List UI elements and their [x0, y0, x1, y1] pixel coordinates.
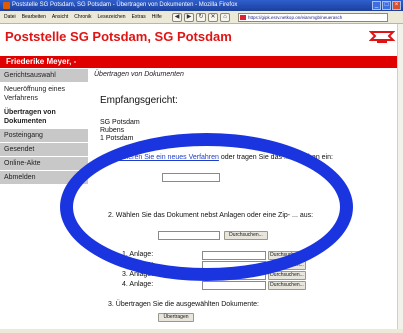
forward-icon[interactable]: ▶ — [184, 13, 194, 22]
stop-icon[interactable]: ✕ — [208, 13, 218, 22]
menu-lesezeichen[interactable]: Lesezeichen — [98, 11, 126, 24]
case-number-input[interactable] — [162, 173, 220, 182]
address-line: 1 Potsdam — [100, 135, 134, 142]
maximize-icon[interactable]: □ — [382, 1, 391, 10]
sidebar: Gerichtsauswahl Neueröffnung eines Verfa… — [0, 69, 90, 333]
step-2: 2. Wählen Sie das Dokument nebst Anlagen… — [108, 212, 314, 219]
step-1-number: 1. — [108, 154, 114, 161]
eagle-logo-icon — [369, 31, 395, 43]
menu-datei[interactable]: Datei — [4, 11, 16, 24]
menu-bearbeiten[interactable]: Bearbeiten — [22, 11, 46, 24]
court-heading: Empfangsgericht: — [100, 95, 178, 106]
minimize-icon[interactable]: _ — [372, 1, 381, 10]
attachment-1-label: 1. Anlage: — [122, 251, 154, 258]
home-icon[interactable]: ⌂ — [220, 13, 230, 22]
breadcrumb: Übertragen von Dokumenten — [94, 71, 184, 78]
web-page: Poststelle SG Potsdam, SG Potsdam Friede… — [0, 24, 403, 333]
address-bar[interactable]: https://gipk.esrv.netkop.on/eiarvmgb/neu… — [238, 13, 388, 22]
new-procedure-link[interactable]: Initiieren Sie ein neues Verfahren — [116, 154, 219, 161]
menu-extras[interactable]: Extras — [132, 11, 146, 24]
attachment-4-label: 4. Anlage: — [122, 281, 154, 288]
menu-chronik[interactable]: Chronik — [74, 11, 91, 24]
document-file-input[interactable] — [158, 231, 220, 240]
attachment-2-label: 2. Anlage: — [122, 261, 154, 268]
step-1: 1. Initiieren Sie ein neues Verfahren od… — [108, 154, 333, 161]
url-text: https://gipk.esrv.netkop.on/eiarvmgb/neu… — [248, 15, 343, 20]
sidebar-item-posteingang[interactable]: Posteingang — [0, 129, 88, 143]
attachment-1-browse-button[interactable]: Durchsuchen... — [268, 251, 306, 260]
reload-icon[interactable]: ↻ — [196, 13, 206, 22]
attachment-3-browse-button[interactable]: Durchsuchen... — [268, 271, 306, 280]
attachment-4-input[interactable] — [202, 281, 266, 290]
sidebar-item-uebertragen[interactable]: Übertragen von Dokumenten — [0, 106, 88, 129]
step-3: 3. Übertragen Sie die ausgewählten Dokum… — [108, 301, 259, 308]
menu-hilfe[interactable]: Hilfe — [152, 11, 162, 24]
sidebar-item-neueroeffnung[interactable]: Neueröffnung eines Verfahrens — [0, 83, 88, 106]
menu-ansicht[interactable]: Ansicht — [52, 11, 68, 24]
sidebar-item-gesendet[interactable]: Gesendet — [0, 143, 88, 157]
attachment-2-browse-button[interactable]: Durchsuchen... — [268, 261, 306, 270]
attachment-1-input[interactable] — [202, 251, 266, 260]
address-line: SG Potsdam — [100, 119, 140, 126]
close-icon[interactable]: × — [392, 1, 401, 10]
window-title: Poststelle SG Potsdam, SG Potsdam - Über… — [12, 2, 238, 8]
main-content: Übertragen von Dokumenten Empfangsgerich… — [92, 69, 403, 333]
step-1-text: oder tragen Sie das ... nzeichen ein: — [220, 154, 333, 161]
page-scrollbar[interactable] — [397, 24, 403, 329]
attachment-3-label: 3. Anlage: — [122, 271, 154, 278]
menu-bar: Datei Bearbeiten Ansicht Chronik Lesezei… — [4, 11, 162, 24]
attachment-4-browse-button[interactable]: Durchsuchen... — [268, 281, 306, 290]
court-address: SG Potsdam Rubens 1 Potsdam — [100, 119, 140, 143]
sidebar-item-online-akte[interactable]: Online-Akte — [0, 157, 88, 171]
submit-button[interactable]: Übertragen — [158, 313, 194, 322]
user-bar: Friederike Meyer, - — [0, 56, 403, 68]
address-line: Rubens — [100, 127, 125, 134]
firefox-icon — [3, 2, 10, 9]
attachment-3-input[interactable] — [202, 271, 266, 280]
page-title: Poststelle SG Potsdam, SG Potsdam — [5, 29, 232, 44]
attachment-2-input[interactable] — [202, 261, 266, 270]
back-icon[interactable]: ◀ — [172, 13, 182, 22]
sidebar-item-abmelden[interactable]: Abmelden — [0, 171, 88, 185]
sidebar-item-gerichtsauswahl[interactable]: Gerichtsauswahl — [0, 69, 88, 83]
browser-title-bar: Poststelle SG Potsdam, SG Potsdam - Über… — [0, 0, 403, 11]
status-bar — [0, 329, 403, 333]
site-icon — [240, 15, 246, 20]
document-browse-button[interactable]: Durchsuchen... — [224, 231, 268, 240]
browser-toolbar: Datei Bearbeiten Ansicht Chronik Lesezei… — [0, 11, 403, 24]
